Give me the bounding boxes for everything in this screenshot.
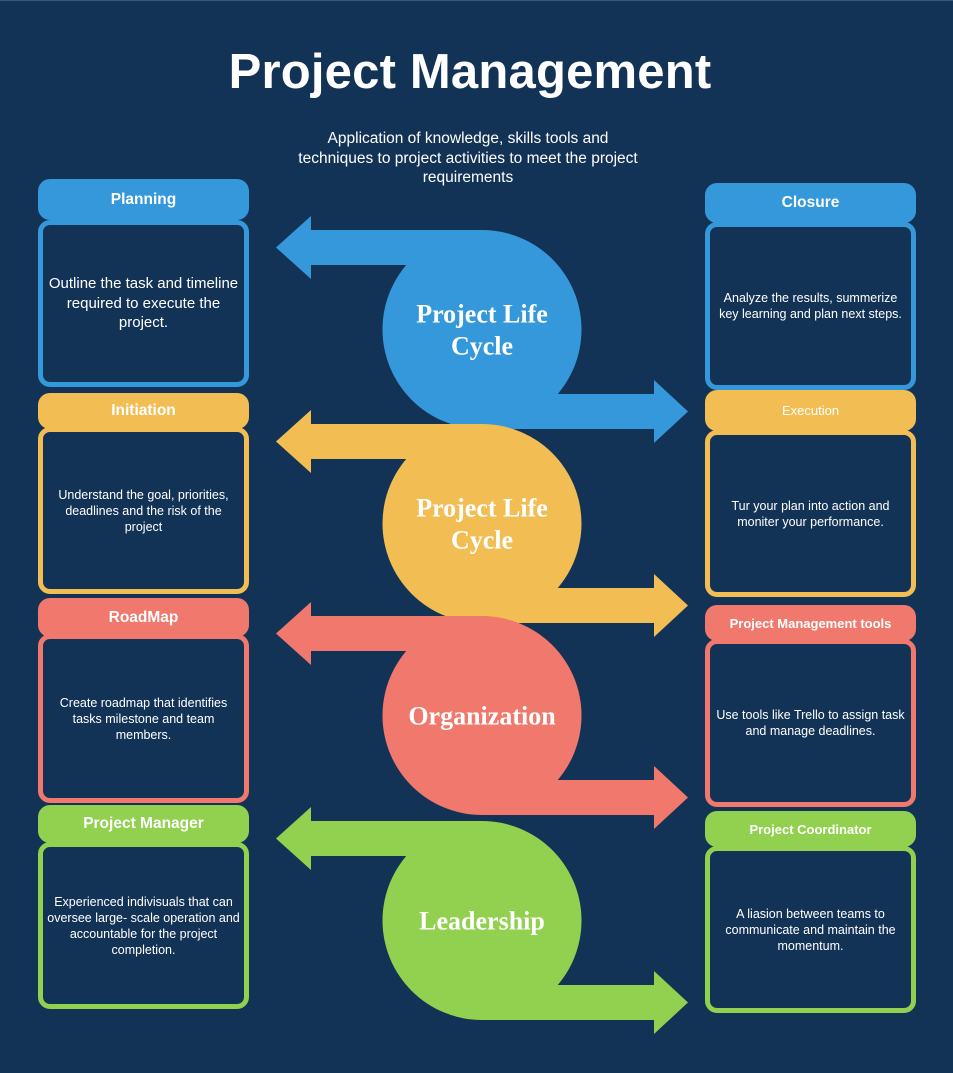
card-header: Initiation (38, 393, 249, 429)
card-text: A liasion between teams to communicate a… (725, 906, 896, 953)
shape-leadership: Leadership (276, 807, 688, 1034)
center-circle (382, 424, 582, 623)
shape-label-line: Project Life (416, 494, 548, 523)
card-text: Experienced indivisuals that can oversee… (47, 894, 240, 957)
card-header: Project Management tools (705, 605, 916, 641)
card-title: Project Manager (83, 815, 204, 832)
shape-project-life-cycle-yellow: Project Life Cycle (276, 410, 688, 637)
card-body: A liasion between teams to communicate a… (705, 846, 916, 1013)
card-header: Planning (38, 179, 249, 220)
card-title: Planning (110, 190, 177, 208)
shape-label-line: Leadership (419, 907, 545, 936)
shape-label: Leadership (419, 907, 545, 936)
card-body: Tur your plan into action and moniter yo… (705, 430, 916, 597)
card-text: Outline the task and timeline required t… (48, 275, 239, 332)
card-title: RoadMap (108, 608, 179, 626)
card-body: Experienced indivisuals that can oversee… (38, 842, 249, 1009)
card-title: Project Coordinator (749, 821, 872, 837)
card-header: Project Manager (38, 805, 249, 843)
card-header: Execution (705, 390, 916, 431)
card-body: Create roadmap that identifies tasks mil… (38, 634, 249, 803)
shape-label-line: Cycle (451, 526, 513, 555)
card-text: Tur your plan into action and moniter yo… (731, 498, 890, 529)
shape-label-line: Cycle (451, 332, 513, 361)
card-body: Use tools like Trello to assign task and… (705, 639, 916, 807)
card-text: Create roadmap that identifies tasks mil… (59, 695, 228, 742)
shape-label-line: Project Life (416, 300, 548, 329)
card-body: Analyze the results, summerize key learn… (705, 222, 916, 390)
card-title: Project Management tools (729, 615, 892, 631)
card-text: Use tools like Trello to assign task and… (716, 708, 905, 738)
shape-project-life-cycle-blue: Project Life Cycle (276, 216, 688, 443)
card-title: Closure (781, 194, 840, 211)
shape-label: Organization (408, 702, 556, 731)
card-title: Execution (781, 403, 840, 418)
card-body: Understand the goal, priorities, deadlin… (38, 427, 249, 594)
shape-label-line: Organization (408, 702, 556, 731)
card-header: RoadMap (38, 598, 249, 637)
card-header: Project Coordinator (705, 811, 916, 847)
card-text: Analyze the results, summerize key learn… (719, 291, 902, 321)
center-circle (382, 230, 582, 429)
shape-organization: Organization (276, 602, 688, 829)
card-title: Initiation (111, 402, 176, 419)
card-body: Outline the task and timeline required t… (38, 220, 249, 387)
card-text: Understand the goal, priorities, deadlin… (58, 487, 229, 534)
card-header: Closure (705, 183, 916, 223)
